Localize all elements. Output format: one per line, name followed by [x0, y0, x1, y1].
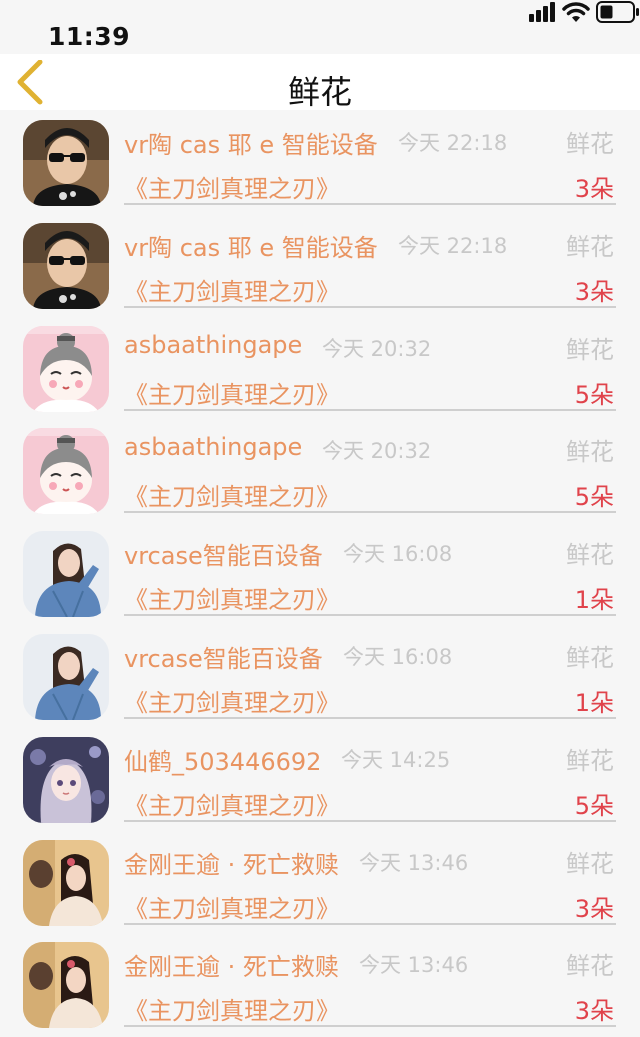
- user-name[interactable]: 金刚王逾 · 死亡救赎: [124, 947, 339, 982]
- flower-count: 1朵: [574, 586, 614, 615]
- avatar[interactable]: [23, 531, 109, 618]
- avatar[interactable]: [23, 428, 109, 515]
- user-name[interactable]: 仙鹤_503446692: [124, 742, 321, 777]
- list-item[interactable]: vr陶 cas 耶 e 智能设备 今天 22:18 鲜花《主刀剑真理之刃》 3朵: [0, 215, 640, 318]
- timestamp: 今天 22:18: [398, 233, 508, 258]
- novel-title[interactable]: 《主刀剑真理之刃》: [124, 991, 340, 1026]
- divider: [124, 1025, 616, 1028]
- timestamp: 今天 13:46: [359, 850, 469, 875]
- flower-count: 3朵: [574, 894, 614, 923]
- cellular-signal-icon: [529, 2, 555, 22]
- divider: [124, 305, 616, 308]
- novel-title[interactable]: 《主刀剑真理之刃》: [124, 889, 340, 924]
- divider: [124, 819, 616, 822]
- user-name[interactable]: vrcase智能百设备: [124, 536, 323, 571]
- list-item[interactable]: 仙鹤_503446692 今天 14:25 鲜花《主刀剑真理之刃》 5朵: [0, 729, 640, 832]
- status-bar: 11:39: [0, 0, 640, 54]
- novel-title[interactable]: 《主刀剑真理之刃》: [124, 580, 340, 615]
- wifi-icon: [562, 2, 590, 22]
- gift-type-label: 鲜花: [566, 849, 614, 878]
- flower-count: 5朵: [574, 791, 614, 820]
- avatar[interactable]: [23, 120, 109, 206]
- novel-title[interactable]: 《主刀剑真理之刃》: [124, 683, 340, 718]
- list-item[interactable]: vrcase智能百设备 今天 16:08 鲜花《主刀剑真理之刃》 1朵: [0, 523, 640, 626]
- timestamp: 今天 16:08: [343, 644, 453, 669]
- divider: [124, 614, 616, 617]
- avatar[interactable]: [23, 222, 109, 309]
- divider: [124, 716, 616, 719]
- timestamp: 今天 13:46: [359, 953, 469, 978]
- list-item[interactable]: vrcase智能百设备 今天 16:08 鲜花《主刀剑真理之刃》 1朵: [0, 626, 640, 729]
- novel-title[interactable]: 《主刀剑真理之刃》: [124, 786, 340, 821]
- flower-count: 3朵: [574, 277, 614, 306]
- timestamp: 今天 22:18: [398, 131, 508, 155]
- flower-count: 3朵: [574, 997, 614, 1026]
- gift-type-label: 鲜花: [566, 643, 614, 672]
- user-name[interactable]: 金刚王逾 · 死亡救赎: [124, 845, 339, 880]
- status-time: 11:39: [48, 22, 131, 51]
- timestamp: 今天 14:25: [341, 747, 451, 772]
- timestamp: 今天 20:32: [322, 439, 432, 464]
- avatar[interactable]: [23, 942, 109, 1029]
- gift-type-label: 鲜花: [566, 746, 614, 775]
- novel-title[interactable]: 《主刀剑真理之刃》: [124, 169, 340, 204]
- divider: [124, 922, 616, 925]
- novel-title[interactable]: 《主刀剑真理之刃》: [124, 272, 340, 307]
- list-item[interactable]: vr陶 cas 耶 e 智能设备 今天 22:18 鲜花《主刀剑真理之刃》 3朵: [0, 112, 640, 215]
- divider: [124, 511, 616, 514]
- timestamp: 今天 20:32: [322, 336, 432, 361]
- flower-count: 3朵: [574, 175, 614, 203]
- list-item[interactable]: asbaathingape 今天 20:32 鲜花《主刀剑真理之刃》 5朵: [0, 420, 640, 523]
- timestamp: 今天 16:08: [343, 542, 453, 567]
- avatar[interactable]: [23, 325, 109, 412]
- gift-type-label: 鲜花: [566, 130, 614, 158]
- list-item[interactable]: 金刚王逾 · 死亡救赎 今天 13:46 鲜花《主刀剑真理之刃》 3朵: [0, 832, 640, 935]
- user-name[interactable]: vr陶 cas 耶 e 智能设备: [124, 125, 378, 160]
- avatar[interactable]: [23, 633, 109, 720]
- flower-count: 1朵: [574, 688, 614, 717]
- gift-type-label: 鲜花: [566, 438, 614, 467]
- gift-type-label: 鲜花: [566, 232, 614, 261]
- divider: [124, 408, 616, 411]
- user-name[interactable]: asbaathingape: [124, 331, 302, 359]
- page-title: 鲜花: [287, 73, 352, 111]
- flower-count: 5朵: [574, 483, 614, 512]
- user-name[interactable]: vr陶 cas 耶 e 智能设备: [124, 228, 378, 263]
- list-item[interactable]: 金刚王逾 · 死亡救赎 今天 13:46 鲜花《主刀剑真理之刃》 3朵: [0, 934, 640, 1037]
- flower-count: 5朵: [574, 380, 614, 409]
- novel-title[interactable]: 《主刀剑真理之刃》: [124, 375, 340, 410]
- avatar[interactable]: [23, 839, 109, 926]
- gift-type-label: 鲜花: [566, 952, 614, 981]
- navigation-bar: 鲜花: [0, 54, 640, 111]
- user-name[interactable]: vrcase智能百设备: [124, 639, 323, 674]
- novel-title[interactable]: 《主刀剑真理之刃》: [124, 477, 340, 512]
- battery-icon: [596, 1, 639, 23]
- gift-type-label: 鲜花: [566, 335, 614, 364]
- flower-record-list: vr陶 cas 耶 e 智能设备 今天 22:18 鲜花 《主刀剑真理之刃》 3朵 vr陶…: [0, 112, 640, 1037]
- avatar[interactable]: [23, 736, 109, 823]
- list-item[interactable]: asbaathingape 今天 20:32 鲜花《主刀剑真理之刃》 5朵: [0, 318, 640, 421]
- divider: [124, 203, 616, 205]
- user-name[interactable]: asbaathingape: [124, 433, 302, 461]
- gift-type-label: 鲜花: [566, 541, 614, 570]
